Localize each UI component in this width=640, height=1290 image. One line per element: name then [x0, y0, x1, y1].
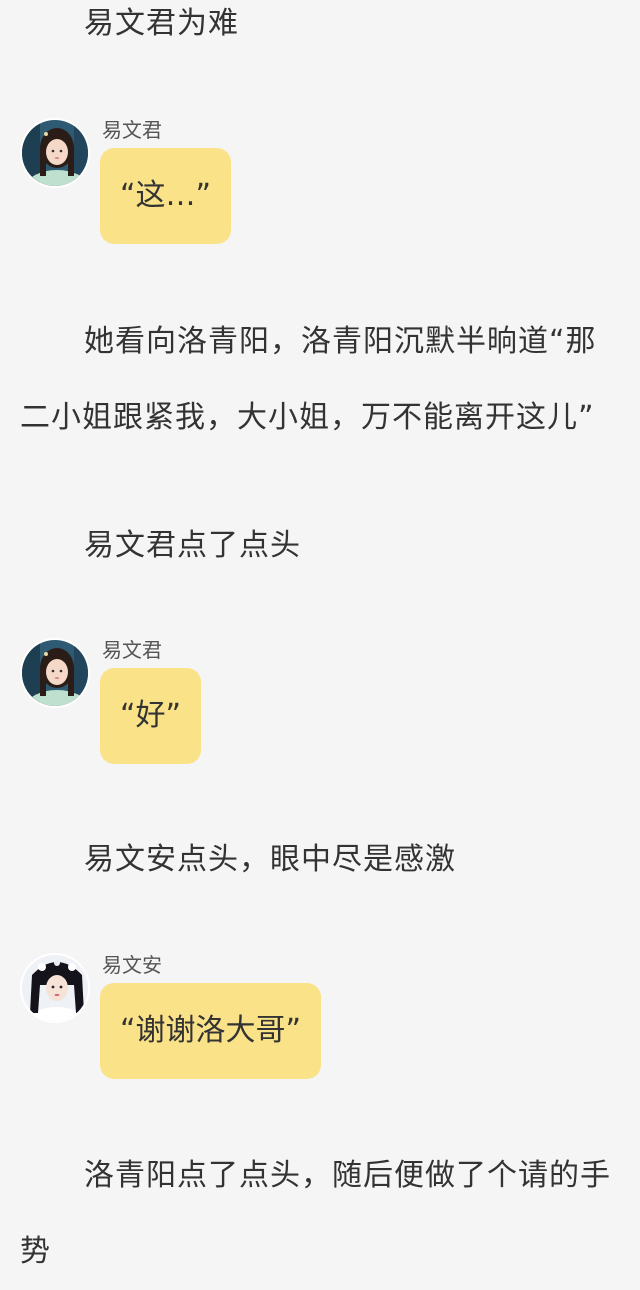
- yi-wenan-avatar[interactable]: [20, 953, 90, 1023]
- narration-paragraph: 她看向洛青阳，洛青阳沉默半晌道“那二小姐跟紧我，大小姐，万不能离开这儿”: [20, 324, 597, 435]
- narration-paragraph: 易文安点头，眼中尽是感激: [84, 842, 456, 877]
- yi-wenjun-avatar[interactable]: [20, 638, 90, 708]
- chat-bubble: “这…”: [100, 148, 232, 244]
- narration-paragraph: 易文君点了点头: [84, 528, 301, 563]
- chat-bubble: “好”: [100, 668, 202, 764]
- chat-bubble: “谢谢洛大哥”: [100, 983, 322, 1079]
- narration-paragraph: 易文君为难: [84, 6, 239, 41]
- speaker-name: 易文君: [102, 638, 162, 662]
- speaker-name: 易文君: [102, 118, 162, 142]
- yi-wenjun-avatar[interactable]: [20, 118, 90, 188]
- speaker-name: 易文安: [102, 953, 162, 977]
- narration-paragraph: 洛青阳点了点头，随后便做了个请的手势: [20, 1158, 611, 1269]
